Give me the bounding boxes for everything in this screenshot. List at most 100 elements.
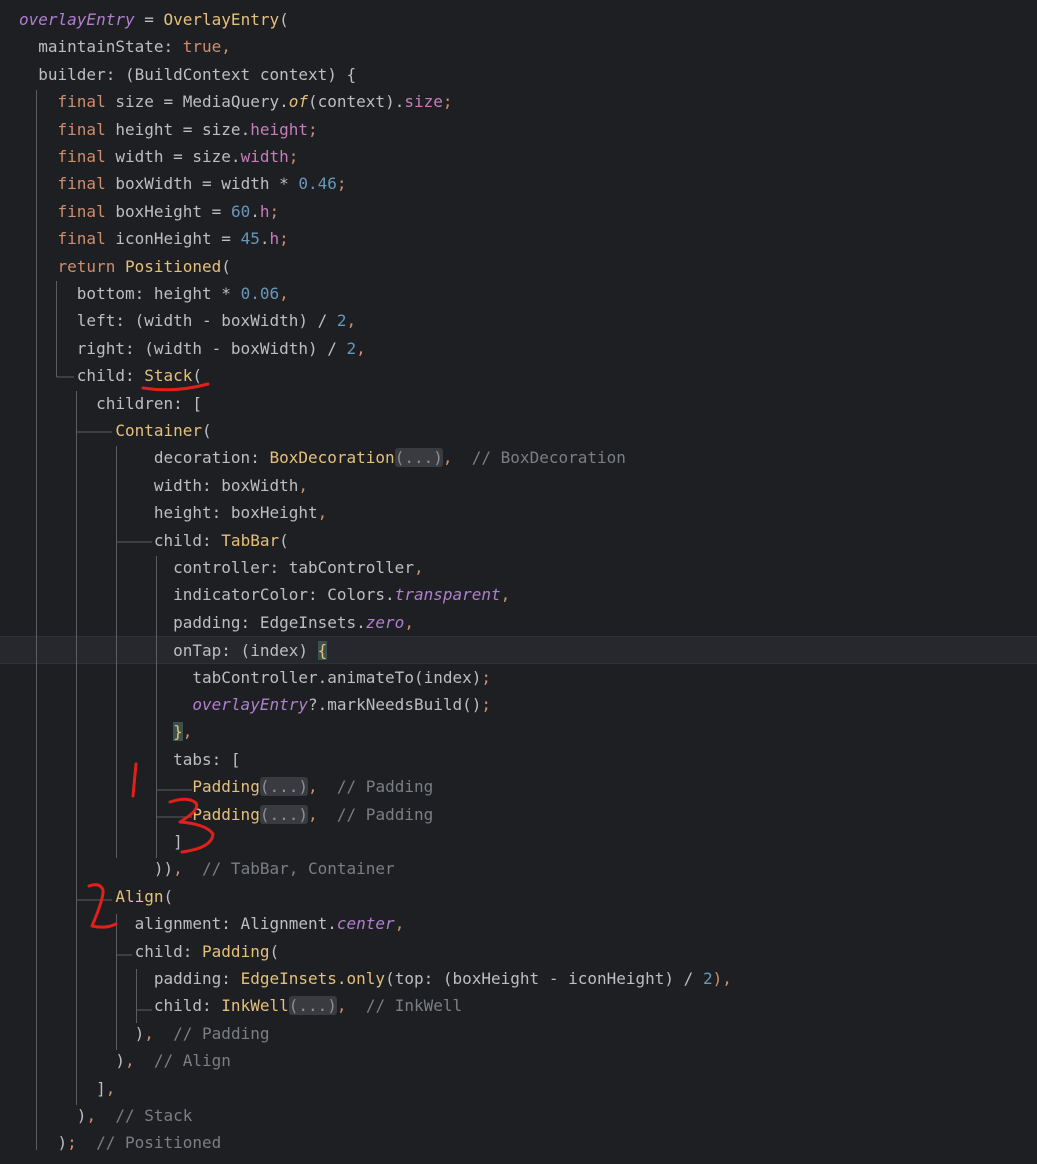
code-line[interactable]: Align(: [0, 883, 1037, 910]
code-token: ): [19, 1051, 125, 1071]
code-token: ,: [298, 475, 308, 495]
code-line[interactable]: final height = size.height;: [0, 116, 1037, 143]
code-token: ),: [712, 969, 732, 988]
code-line[interactable]: )), // TabBar, Container: [0, 855, 1037, 882]
code-line[interactable]: bottom: height * 0.06,: [0, 280, 1037, 307]
code-token: ,: [413, 558, 424, 577]
code-comment: // Align: [134, 1051, 231, 1071]
code-line[interactable]: builder: (BuildContext context) {: [0, 61, 1037, 88]
code-comment: // BoxDecoration: [452, 448, 626, 468]
code-token: ,: [221, 37, 231, 57]
code-token: builder: (BuildContext context) {: [19, 64, 357, 84]
code-line[interactable]: final boxWidth = width * 0.46;: [0, 170, 1037, 197]
code-line[interactable]: controller: tabController,: [0, 554, 1037, 581]
code-line[interactable]: overlayEntry = OverlayEntry(: [0, 6, 1037, 33]
code-token: bottom: height *: [19, 284, 241, 303]
code-line[interactable]: final size = MediaQuery.of(context).size…: [0, 88, 1037, 115]
code-token: final: [57, 147, 106, 166]
code-line[interactable]: Padding(...), // Padding: [0, 773, 1037, 800]
code-line[interactable]: ],: [0, 1075, 1037, 1102]
code-token: final: [57, 229, 106, 249]
code-line[interactable]: ), // Padding: [0, 1020, 1037, 1047]
code-line[interactable]: height: boxHeight,: [0, 499, 1037, 526]
code-line[interactable]: Container(: [0, 417, 1037, 444]
code-token: ,: [308, 804, 318, 824]
code-token: ;: [336, 174, 347, 194]
code-line[interactable]: ]: [0, 828, 1037, 855]
code-token: ,: [394, 914, 405, 934]
code-comment: // InkWell: [346, 996, 463, 1016]
code-token: EdgeInsets.only: [240, 969, 386, 988]
code-token: Positioned: [124, 256, 222, 276]
code-token: TabBar: [221, 530, 280, 550]
code-line[interactable]: padding: EdgeInsets.zero,: [0, 609, 1037, 636]
code-token: BoxDecoration: [269, 448, 395, 468]
code-line[interactable]: alignment: Alignment.center,: [0, 910, 1037, 937]
code-token: ,: [86, 1106, 97, 1125]
code-token: ]: [19, 832, 183, 851]
code-line[interactable]: child: Padding(: [0, 938, 1037, 965]
code-line[interactable]: ), // Stack: [0, 1102, 1037, 1129]
code-token: Padding: [192, 804, 260, 824]
code-line[interactable]: return Positioned(: [0, 253, 1037, 280]
code-token: ,: [144, 1023, 154, 1043]
code-line[interactable]: Padding(...), // Padding: [0, 801, 1037, 828]
code-line[interactable]: left: (width - boxWidth) / 2,: [0, 307, 1037, 334]
code-line[interactable]: overlayEntry?.markNeedsBuild();: [0, 691, 1037, 718]
code-line[interactable]: padding: EdgeInsets.only(top: (boxHeight…: [0, 965, 1037, 992]
code-token: Padding: [202, 941, 270, 961]
code-token: decoration:: [19, 448, 270, 468]
code-token: child:: [19, 530, 222, 550]
code-line[interactable]: decoration: BoxDecoration(...), // BoxDe…: [0, 444, 1037, 471]
code-token: maintainState:: [19, 37, 183, 57]
code-comment: // Padding: [317, 804, 434, 824]
code-token: ): [19, 1023, 145, 1043]
code-line[interactable]: right: (width - boxWidth) / 2,: [0, 335, 1037, 362]
folded-region[interactable]: (...): [259, 777, 308, 797]
code-token: {: [317, 641, 328, 661]
code-line[interactable]: tabs: [: [0, 746, 1037, 773]
code-token: overlayEntry: [19, 10, 135, 29]
folded-region[interactable]: (...): [394, 448, 443, 468]
code-token: ,: [173, 859, 183, 879]
code-token: ,: [182, 722, 193, 742]
code-token: right: (width - boxWidth) /: [19, 338, 347, 358]
code-token: h: [269, 229, 280, 249]
code-token: ,: [404, 612, 414, 632]
folded-region[interactable]: (...): [259, 804, 308, 824]
code-token: height: [250, 119, 308, 139]
code-line[interactable]: indicatorColor: Colors.transparent,: [0, 581, 1037, 608]
code-token: child:: [19, 366, 145, 386]
code-line[interactable]: final width = size.width;: [0, 143, 1037, 170]
code-line[interactable]: width: boxWidth,: [0, 472, 1037, 499]
code-token: left: (width - boxWidth) /: [19, 311, 337, 331]
code-token: (top: (boxHeight - iconHeight) /: [385, 969, 703, 988]
code-token: controller: tabController: [19, 558, 414, 577]
code-line[interactable]: onTap: (index) {: [0, 636, 1037, 664]
code-token: (: [221, 256, 231, 276]
code-token: of: [288, 92, 308, 112]
code-token: final: [57, 174, 106, 194]
code-line[interactable]: maintainState: true,: [0, 33, 1037, 60]
code-line[interactable]: ); // Positioned: [0, 1129, 1037, 1156]
code-token: ,: [356, 338, 366, 358]
code-comment: // Stack: [96, 1106, 193, 1125]
code-editor[interactable]: overlayEntry = OverlayEntry( maintainSta…: [0, 0, 1037, 1164]
code-line[interactable]: final boxHeight = 60.h;: [0, 198, 1037, 225]
code-line[interactable]: child: InkWell(...), // InkWell: [0, 992, 1037, 1019]
code-token: final: [57, 92, 106, 112]
code-line[interactable]: children: [: [0, 390, 1037, 417]
code-line[interactable]: child: Stack(: [0, 362, 1037, 389]
code-line[interactable]: ), // Align: [0, 1047, 1037, 1074]
code-token: height = size.: [105, 119, 251, 139]
code-token: ;: [288, 147, 299, 166]
code-line[interactable]: final iconHeight = 45.h;: [0, 225, 1037, 252]
code-line[interactable]: },: [0, 718, 1037, 745]
code-line[interactable]: child: TabBar(: [0, 527, 1037, 554]
folded-region[interactable]: (...): [288, 996, 337, 1016]
code-line[interactable]: tabController.animateTo(index);: [0, 664, 1037, 691]
code-comment: // TabBar, Container: [182, 859, 395, 879]
